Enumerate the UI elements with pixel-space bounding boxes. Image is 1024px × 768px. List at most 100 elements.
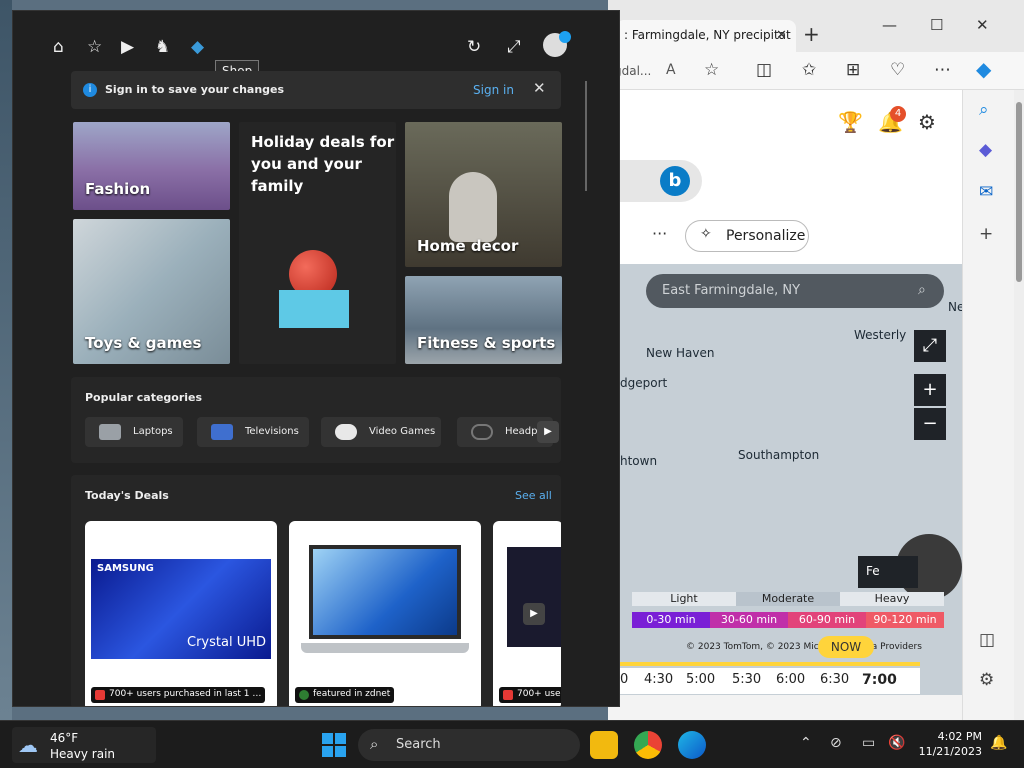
fashion-tile[interactable]: Fashion — [73, 122, 230, 210]
map-location-search[interactable]: East Farmingdale, NY ⌕ — [646, 274, 944, 308]
category-chip-televisions[interactable]: Televisions — [197, 417, 309, 447]
read-aloud-icon[interactable]: A — [666, 62, 676, 78]
chrome-icon[interactable] — [634, 731, 662, 759]
feedback-button[interactable]: Fe — [858, 556, 918, 588]
timeline-time[interactable]: 4:30 — [644, 672, 673, 687]
settings-more-icon[interactable]: ⋯ — [934, 60, 951, 80]
edge-icon[interactable] — [678, 731, 706, 759]
timeline-time[interactable]: 5:30 — [732, 672, 761, 687]
address-bar[interactable]: gdal... A — [608, 60, 698, 84]
new-tab-icon[interactable]: + — [803, 22, 820, 46]
home-icon[interactable]: ⌂ — [53, 37, 64, 57]
more-options-icon[interactable]: ··· — [652, 224, 667, 243]
section-title: Popular categories — [85, 391, 203, 404]
see-all-link[interactable]: See all — [515, 489, 552, 502]
display-icon[interactable]: ▭ — [862, 735, 875, 751]
zdnet-icon — [299, 690, 309, 700]
map-copyright: © 2023 TomTom, © 2023 Micros… n| Data Pr… — [686, 642, 922, 652]
cart-icon — [503, 690, 513, 700]
flyout-scrollbar[interactable] — [585, 81, 587, 191]
rewards-trophy-icon[interactable]: 🏆 — [838, 110, 863, 134]
map-place-label: Westerly — [854, 328, 907, 342]
timeline-time[interactable]: 0 — [620, 672, 628, 687]
deal-tag-text: 700+ use — [517, 689, 561, 699]
games-icon[interactable]: ♞ — [155, 37, 170, 57]
laptop-product-image — [507, 547, 561, 647]
favorites-list-icon[interactable]: ✩ — [802, 60, 816, 80]
taskbar-search[interactable]: ⌕ Search — [358, 729, 580, 761]
favorite-star-icon[interactable]: ☆ — [704, 60, 719, 80]
deal-card[interactable]: featured in zdnet — [289, 521, 481, 706]
deal-card[interactable]: SAMSUNG Crystal UHD 700+ users purchased… — [85, 521, 277, 706]
browser-essentials-icon[interactable]: ♡ — [890, 60, 905, 80]
page-scrollbar[interactable] — [1014, 90, 1024, 720]
bing-chat-icon[interactable]: b — [660, 166, 690, 196]
toys-tile[interactable]: Toys & games — [73, 219, 230, 364]
category-chip-laptops[interactable]: Laptops — [85, 417, 183, 447]
shop-flyout: ⌂ ☆ ▶ ♞ ◆ Shop ↻ ⤢ i Sign in to save you… — [12, 10, 620, 707]
search-icon: ⌕ — [370, 735, 379, 753]
shop-tag-icon[interactable]: ◆ — [191, 37, 204, 57]
video-icon[interactable]: ▶ — [121, 37, 134, 57]
tile-label: Home decor — [417, 237, 519, 255]
home-decor-tile[interactable]: Home decor — [405, 122, 562, 267]
precipitation-map[interactable]: East Farmingdale, NY ⌕ New Haven Westerl… — [620, 264, 962, 695]
chevron-right-icon[interactable]: ▶ — [523, 603, 545, 625]
copilot-icon[interactable]: ◆ — [976, 57, 991, 81]
zoom-in-button[interactable]: + — [914, 374, 946, 406]
sidebar-add-icon[interactable]: + — [979, 224, 993, 244]
tab-close-icon[interactable]: ✕ — [776, 28, 787, 43]
refresh-icon[interactable]: ↻ — [467, 37, 481, 57]
fitness-tile[interactable]: Fitness & sports — [405, 276, 562, 364]
favorites-icon[interactable]: ☆ — [87, 37, 102, 57]
timeline-time[interactable]: 6:00 — [776, 672, 805, 687]
feedback-label: Fe — [866, 564, 880, 578]
scrollbar-thumb[interactable] — [1016, 102, 1022, 282]
map-place-label: htown — [620, 454, 658, 468]
close-icon[interactable]: ✕ — [533, 79, 546, 97]
start-windows-icon[interactable] — [322, 733, 346, 757]
split-screen-icon[interactable]: ◫ — [756, 60, 772, 80]
map-place-label: New Haven — [646, 346, 715, 360]
signin-link[interactable]: Sign in — [473, 83, 514, 97]
page-settings-gear-icon[interactable]: ⚙ — [918, 110, 936, 134]
timeline-time[interactable]: 6:30 — [820, 672, 849, 687]
personalize-button[interactable]: ✧ Personalize — [685, 220, 809, 252]
fullscreen-map-button[interactable]: ⤢ — [914, 330, 946, 362]
timeline-time-current[interactable]: 7:00 — [862, 672, 897, 688]
weather-widget[interactable]: ☁ 46°F Heavy rain — [12, 727, 156, 763]
chevron-right-icon[interactable]: ▶ — [537, 421, 559, 443]
collections-icon[interactable]: ⊞ — [846, 60, 860, 80]
open-in-new-icon[interactable]: ⤢ — [507, 37, 521, 57]
close-window-icon[interactable]: ✕ — [976, 16, 989, 34]
system-clock[interactable]: 4:02 PM 11/21/2023 — [912, 729, 982, 759]
outlook-icon[interactable]: ✉ — [979, 182, 993, 202]
hide-sidebar-icon[interactable]: ◫ — [979, 630, 995, 650]
now-marker[interactable]: NOW — [818, 636, 874, 658]
zoom-out-button[interactable]: − — [914, 408, 946, 440]
sidebar-settings-icon[interactable]: ⚙ — [979, 670, 994, 690]
weather-condition: Heavy rain — [50, 747, 116, 761]
volume-mute-icon[interactable]: 🔇 — [888, 735, 905, 751]
tab-precipitation[interactable]: : Farmingdale, NY precipitat ✕ — [616, 20, 796, 52]
minimize-icon[interactable]: — — [882, 16, 897, 34]
maximize-icon[interactable]: ☐ — [930, 16, 943, 34]
timeline-progress[interactable] — [620, 662, 920, 666]
sparkle-icon: ✧ — [700, 226, 712, 242]
search-icon[interactable]: ⌕ — [918, 282, 926, 298]
show-hidden-icons-icon[interactable]: ⌃ — [800, 735, 812, 751]
laptop-icon — [99, 424, 121, 440]
file-explorer-icon[interactable] — [590, 731, 618, 759]
notification-bell-icon[interactable]: 🔔 — [990, 735, 1007, 751]
tab-title: : Farmingdale, NY precipitat — [624, 28, 791, 42]
taskbar: ☁ 46°F Heavy rain ⌕ Search ⌃ ⊘ ▭ 🔇 4:02 … — [0, 720, 1024, 768]
sidebar-copilot-icon[interactable]: ◆ — [979, 140, 992, 160]
map-place-label: Southampton — [738, 448, 820, 462]
category-chip-video-games[interactable]: Video Games — [321, 417, 441, 447]
personalize-label: Personalize — [726, 228, 806, 244]
sidebar-search-icon[interactable]: ⌕ — [979, 100, 989, 120]
wifi-off-icon[interactable]: ⊘ — [830, 735, 842, 751]
timeline-time[interactable]: 5:00 — [686, 672, 715, 687]
popular-categories: Popular categories Laptops Televisions V… — [71, 377, 561, 463]
signin-banner: i Sign in to save your changes Sign in ✕ — [71, 71, 561, 109]
